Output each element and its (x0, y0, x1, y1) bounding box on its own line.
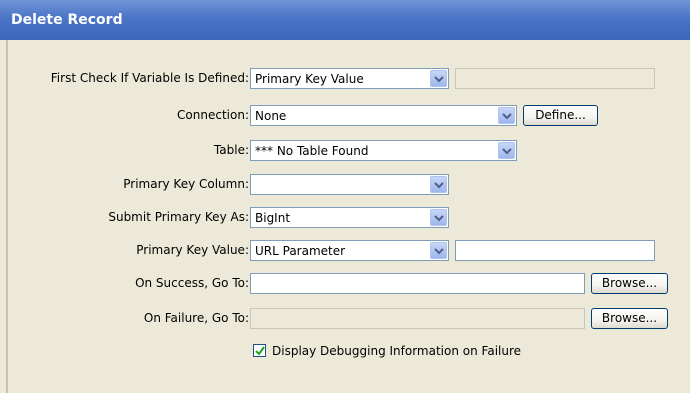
connection-value: None (255, 109, 287, 123)
table-label: Table: (213, 143, 249, 157)
check-variable-text-field[interactable] (455, 68, 655, 89)
submit-primary-key-select[interactable]: BigInt (250, 207, 449, 228)
submit-primary-key-value: BigInt (255, 211, 291, 225)
check-icon (255, 346, 265, 356)
debug-checkbox-label[interactable]: Display Debugging Information on Failure (272, 344, 521, 358)
table-select[interactable]: *** No Table Found (250, 140, 517, 161)
primary-key-value-label: Primary Key Value: (136, 243, 249, 257)
chevron-down-icon (498, 107, 515, 124)
primary-key-value-select[interactable]: URL Parameter (250, 240, 449, 261)
on-success-label: On Success, Go To: (135, 276, 249, 290)
on-success-browse-button[interactable]: Browse... (591, 273, 668, 294)
chevron-down-icon (430, 70, 447, 87)
chevron-down-icon (430, 209, 447, 226)
check-variable-select[interactable]: Primary Key Value (250, 68, 449, 89)
table-value: *** No Table Found (255, 144, 369, 158)
chevron-down-icon (498, 142, 515, 159)
on-success-field[interactable] (250, 273, 585, 294)
primary-key-column-select[interactable] (250, 174, 449, 195)
primary-key-value-text-field[interactable] (455, 240, 655, 261)
window-title: Delete Record (11, 12, 123, 28)
connection-select[interactable]: None (250, 105, 517, 126)
check-variable-label: First Check If Variable Is Defined: (50, 71, 249, 85)
submit-primary-key-label: Submit Primary Key As: (108, 210, 249, 224)
on-failure-field[interactable] (250, 308, 585, 329)
chevron-down-icon (430, 176, 447, 193)
on-failure-label: On Failure, Go To: (143, 311, 249, 325)
chevron-down-icon (430, 242, 447, 259)
title-bar: Delete Record (0, 0, 690, 40)
check-variable-value: Primary Key Value (255, 72, 364, 86)
define-button[interactable]: Define... (523, 105, 598, 126)
primary-key-column-label: Primary Key Column: (123, 177, 249, 191)
primary-key-value-value: URL Parameter (255, 244, 346, 258)
debug-checkbox[interactable] (253, 344, 266, 357)
connection-label: Connection: (177, 108, 249, 122)
on-failure-browse-button[interactable]: Browse... (591, 308, 668, 329)
